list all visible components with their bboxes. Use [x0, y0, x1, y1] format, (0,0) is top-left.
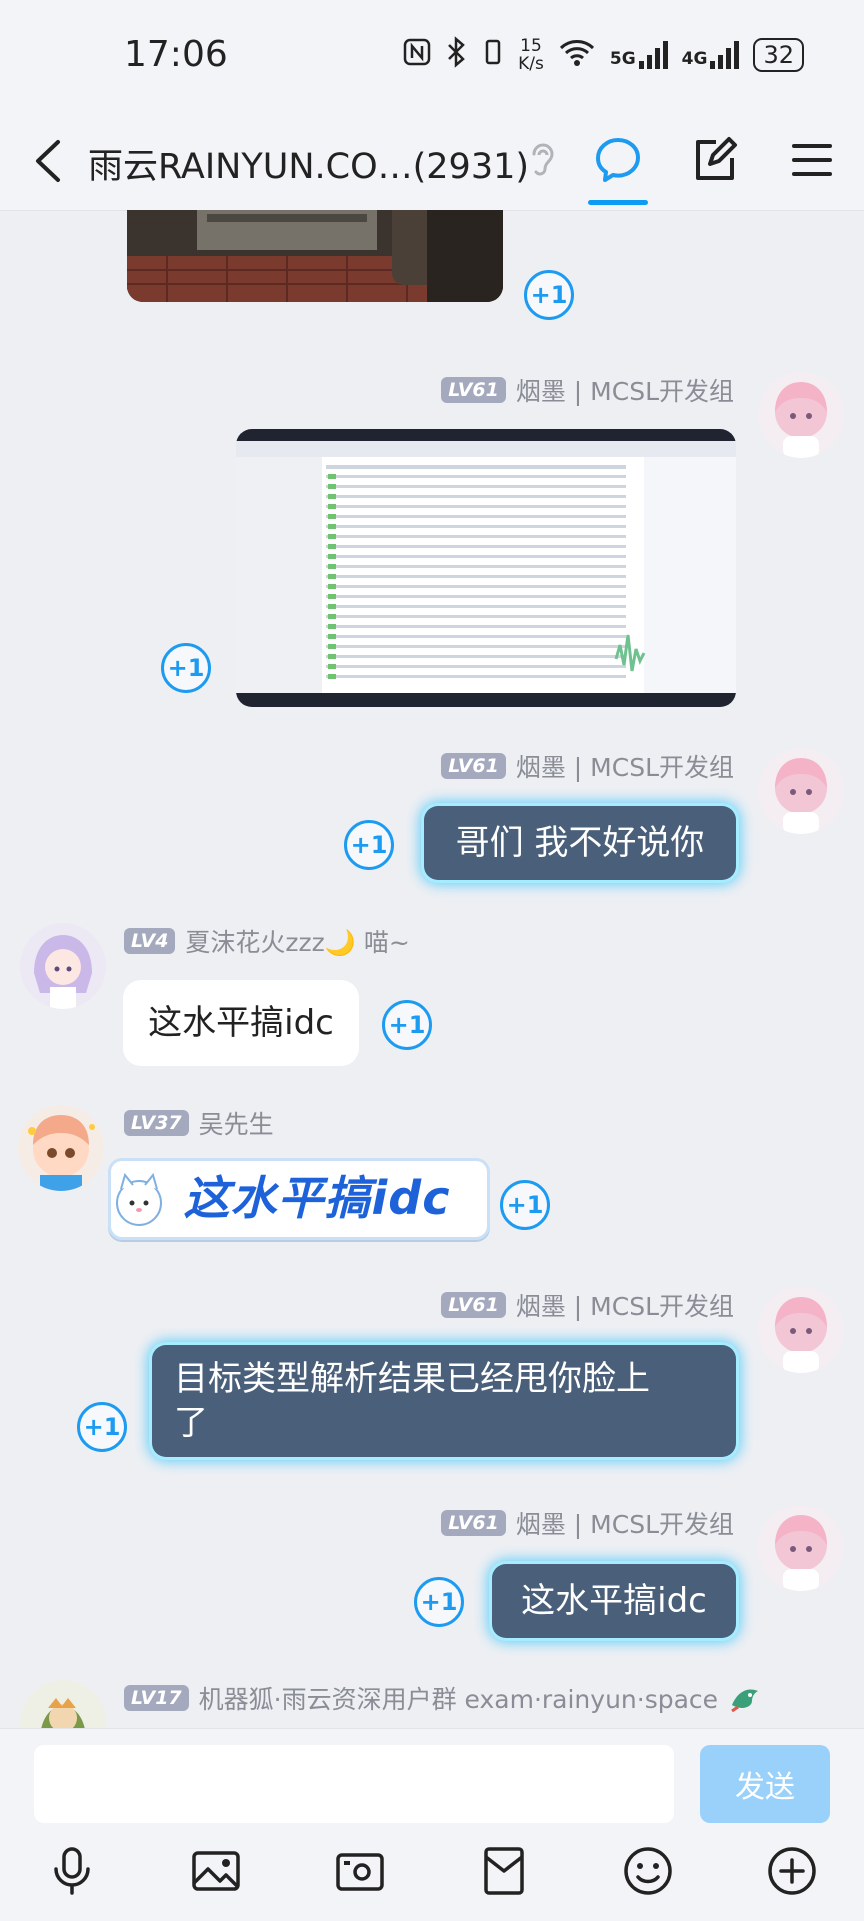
message-text-line: 了 — [174, 1403, 208, 1443]
avatar[interactable] — [758, 748, 844, 834]
plus-one-button[interactable]: +1 — [524, 270, 574, 320]
image-icon — [192, 1851, 240, 1891]
sender-name: 夏沫花火zzz🌙 喵~ — [185, 928, 410, 957]
sticker-message[interactable]: 这水平搞idc — [108, 1158, 490, 1240]
sticker-text: 这水平搞idc — [183, 1171, 451, 1225]
red-packet-button[interactable] — [476, 1843, 532, 1899]
back-icon — [36, 140, 60, 182]
plus-one-button[interactable]: +1 — [77, 1402, 127, 1452]
status-icons: 15 K/s 5G 4G 32 — [402, 36, 804, 74]
sender-name: 烟墨 | MCSL开发组 — [515, 1510, 734, 1539]
plus-one-button[interactable]: +1 — [382, 1000, 432, 1050]
nfc-icon — [402, 37, 432, 73]
sender-line: LV17 机器狐·雨云资深用户群 exam·rainyun·space — [124, 1680, 762, 1716]
avatar[interactable] — [758, 1505, 844, 1591]
level-badge: LV61 — [441, 377, 506, 403]
signal-4g: 4G — [682, 41, 740, 69]
avatar[interactable] — [758, 372, 844, 458]
sender-line: LV61 烟墨 | MCSL开发组 — [441, 372, 734, 408]
level-badge: LV37 — [124, 1110, 189, 1136]
image-message-partial[interactable] — [127, 210, 503, 302]
sender-name: 吴先生 — [198, 1110, 274, 1139]
message-bubble[interactable]: 这水平搞idc — [492, 1564, 736, 1638]
emoji-button[interactable] — [620, 1843, 676, 1899]
sender-line: LV37 吴先生 — [124, 1105, 274, 1141]
menu-icon — [792, 144, 832, 176]
chat-title[interactable]: 雨云RAINYUN.CO…(2931) — [88, 138, 529, 189]
sender-name: 烟墨 | MCSL开发组 — [515, 377, 734, 406]
level-badge: LV4 — [124, 928, 176, 954]
level-badge: LV17 — [124, 1685, 189, 1711]
battery-indicator: 32 — [753, 38, 804, 72]
bluetooth-icon — [446, 36, 468, 74]
chat-tab-button[interactable] — [590, 132, 646, 188]
status-time: 17:06 — [124, 34, 228, 75]
camera-button[interactable] — [332, 1843, 388, 1899]
image-message[interactable] — [236, 429, 736, 707]
sender-line: LV4 夏沫花火zzz🌙 喵~ — [124, 923, 410, 959]
ear-icon[interactable] — [528, 138, 556, 182]
sender-name: 烟墨 | MCSL开发组 — [515, 1292, 734, 1321]
edit-icon — [696, 137, 737, 180]
avatar[interactable] — [20, 923, 106, 1009]
avatar[interactable] — [758, 1287, 844, 1373]
level-badge: LV61 — [441, 1292, 506, 1318]
chat-icon — [596, 138, 640, 182]
avatar[interactable] — [20, 1680, 106, 1728]
send-button[interactable]: 发送 — [700, 1745, 830, 1823]
signal-5g: 5G — [610, 41, 668, 69]
active-tab-indicator — [588, 200, 648, 205]
message-input[interactable] — [34, 1745, 674, 1823]
plus-one-button[interactable]: +1 — [161, 643, 211, 693]
chat-header: 雨云RAINYUN.CO…(2931) — [0, 112, 864, 211]
plus-one-button[interactable]: +1 — [344, 820, 394, 870]
plus-one-button[interactable]: +1 — [414, 1577, 464, 1627]
net-speed: 15 K/s — [518, 36, 544, 74]
level-badge: LV61 — [441, 1510, 506, 1536]
camera-icon — [336, 1853, 384, 1891]
level-badge: LV61 — [441, 753, 506, 779]
input-bar: 发送 — [0, 1728, 864, 1921]
back-button[interactable] — [24, 134, 74, 188]
red-packet-icon — [484, 1847, 524, 1895]
message-text-line: 目标类型解析结果已经甩你脸上 — [174, 1359, 650, 1399]
avatar[interactable] — [18, 1105, 104, 1191]
sender-name: 烟墨 | MCSL开发组 — [515, 753, 734, 782]
sender-name: 机器狐·雨云资深用户群 exam·rainyun·space — [198, 1685, 719, 1714]
message-bubble[interactable]: 这水平搞idc — [123, 980, 359, 1066]
edit-button[interactable] — [686, 132, 742, 188]
voice-button[interactable] — [44, 1843, 100, 1899]
emoji-icon — [624, 1847, 672, 1895]
mic-icon — [54, 1847, 90, 1895]
plus-icon — [768, 1847, 816, 1895]
menu-button[interactable] — [784, 132, 840, 188]
sender-line: LV61 烟墨 | MCSL开发组 — [441, 1505, 734, 1541]
vibrate-icon — [482, 37, 504, 73]
message-bubble[interactable]: 哥们 我不好说你 — [424, 806, 736, 880]
sender-line: LV61 烟墨 | MCSL开发组 — [441, 748, 734, 784]
status-bar: 17:06 15 K/s 5G 4G 32 — [0, 0, 864, 112]
wifi-icon — [558, 37, 596, 73]
image-button[interactable] — [188, 1843, 244, 1899]
bird-badge-icon — [731, 1689, 759, 1713]
message-bubble[interactable]: 目标类型解析结果已经甩你脸上 了 — [152, 1345, 736, 1457]
more-button[interactable] — [764, 1843, 820, 1899]
message-list[interactable]: +1 LV61 烟墨 | MCSL开发组 +1 LV61 烟墨 | MCSL开发… — [0, 210, 864, 1728]
sender-line: LV61 烟墨 | MCSL开发组 — [441, 1287, 734, 1323]
plus-one-button[interactable]: +1 — [500, 1180, 550, 1230]
